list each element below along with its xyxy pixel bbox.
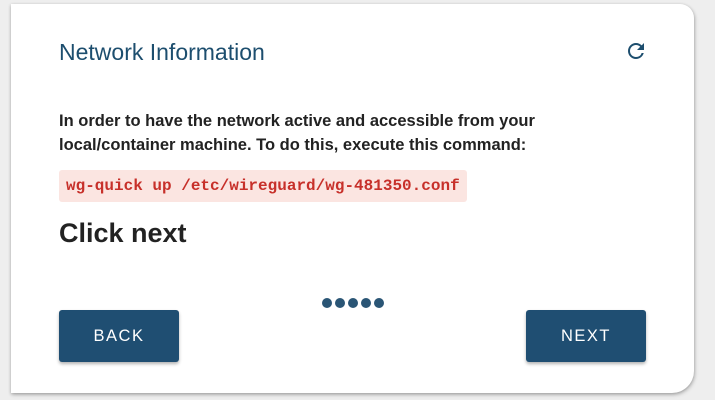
next-button[interactable]: NEXT (526, 310, 646, 362)
refresh-button[interactable] (623, 38, 649, 64)
step-dot (361, 298, 371, 308)
card-title: Network Information (59, 39, 265, 65)
step-dot (348, 298, 358, 308)
refresh-icon (628, 43, 644, 59)
back-button[interactable]: BACK (59, 310, 179, 362)
step-dot (322, 298, 332, 308)
step-dot (374, 298, 384, 308)
step-indicator (322, 298, 384, 308)
page: Network Information In order to have the… (0, 0, 715, 400)
network-info-card: Network Information In order to have the… (11, 4, 694, 393)
instructions-text: In order to have the network active and … (59, 112, 535, 154)
click-next-heading: Click next (59, 218, 187, 248)
command-code: wg-quick up /etc/wireguard/wg-481350.con… (59, 170, 467, 202)
step-dot (335, 298, 345, 308)
